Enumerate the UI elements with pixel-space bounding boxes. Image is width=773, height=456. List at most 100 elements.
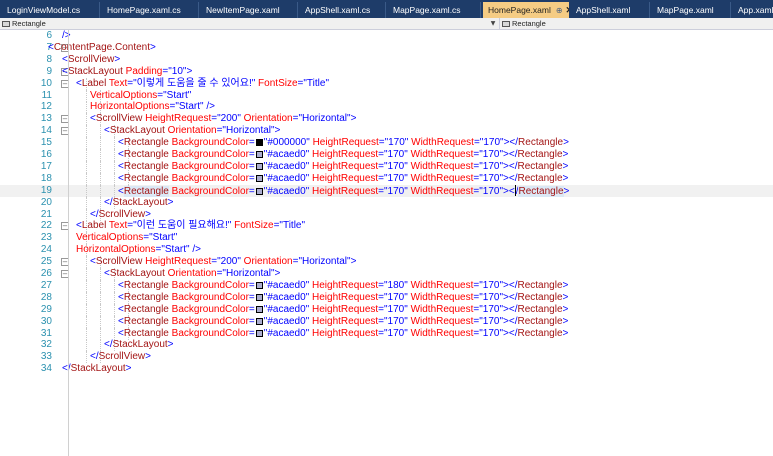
code-line[interactable]: 11 VerticalOptions="Start" [0, 89, 773, 102]
code-line[interactable]: 23 VerticalOptions="Start" [0, 232, 773, 245]
tab-appshell-xaml-cs[interactable]: AppShell.xaml.cs [300, 2, 386, 18]
code-text: VerticalOptions="Start" [90, 90, 191, 102]
code-token: HeightRequest [309, 137, 379, 149]
tab-app-xaml[interactable]: App.xaml [733, 2, 773, 18]
code-token: ="200" [211, 256, 241, 268]
indent-guide [100, 279, 101, 292]
tab-label: AppShell.xaml.cs [305, 5, 371, 15]
code-line[interactable]: 14− <StackLayout Orientation="Horizontal"… [0, 125, 773, 138]
code-token: "#acaed0" [263, 291, 310, 303]
code-line[interactable]: 22− <Label Text="이런 도움이 필요해요!" FontSize="… [0, 220, 773, 233]
code-line[interactable]: 13− <ScrollView HeightRequest="200" Orien… [0, 113, 773, 126]
indent-guide [86, 149, 87, 161]
line-number: 7 [46, 41, 52, 53]
line-number: 24 [40, 244, 52, 256]
indent-guide [114, 160, 115, 173]
line-number: 28 [40, 291, 52, 303]
member-combo[interactable]: Rectangle [499, 18, 773, 30]
code-token: > [145, 351, 151, 363]
line-number: 27 [40, 279, 52, 291]
code-editor[interactable]: 6/> 7− <ContentPage.Content> 8 <ScrollView> 9… [0, 30, 773, 456]
code-token: ="Horizontal"> [216, 268, 281, 279]
code-token: Rectangle [517, 315, 563, 327]
close-tab-icon[interactable]: ✕ [566, 5, 569, 15]
code-token: Rectangle [123, 327, 169, 339]
code-line[interactable]: 34 </StackLayout> [0, 363, 773, 375]
code-token: > [125, 363, 132, 375]
code-line[interactable]: 18 <Rectangle BackgroundColor= "#acaed0" H… [0, 172, 773, 185]
code-token: Rectangle [517, 279, 563, 291]
indent-guide [86, 256, 87, 269]
code-token: > [563, 137, 569, 149]
code-token: WidthRequest [407, 327, 474, 339]
code-token: WidthRequest [407, 185, 474, 197]
code-token: HeightRequest [309, 160, 379, 172]
code-line[interactable]: 16 <Rectangle BackgroundColor= "#acaed0" H… [0, 149, 773, 161]
code-line[interactable]: 25− <ScrollView HeightRequest="200" Orien… [0, 256, 773, 269]
tab-newitempage-xaml[interactable]: NewItemPage.xaml [201, 2, 298, 18]
indent-guide [100, 184, 101, 197]
code-line[interactable]: 24 HorizontalOptions="Start" /> [0, 244, 773, 257]
code-token: = [248, 303, 255, 315]
code-token: FontSize [255, 77, 298, 89]
code-line[interactable]: 7− <ContentPage.Content> [0, 42, 773, 54]
type-combo[interactable]: Rectangle [2, 18, 497, 30]
code-token: "#acaed0" [263, 303, 310, 315]
code-token: StackLayout [112, 196, 168, 208]
code-line[interactable]: 20 </StackLayout> [0, 196, 773, 209]
code-token: Rectangle [123, 185, 169, 197]
code-text: <Rectangle BackgroundColor= "#acaed0" Hei… [118, 292, 568, 304]
line-number: 13 [40, 113, 52, 125]
code-line[interactable]: 15 <Rectangle BackgroundColor= "#000000" H… [0, 137, 773, 150]
code-token: "#acaed0" [263, 185, 310, 197]
code-line[interactable]: 33 </ScrollView> [0, 351, 773, 364]
code-token: BackgroundColor [168, 185, 249, 197]
code-token: Rectangle [123, 279, 169, 291]
code-line[interactable]: 31 <Rectangle BackgroundColor= "#acaed0" H… [0, 327, 773, 340]
code-line[interactable]: 28 <Rectangle BackgroundColor= "#acaed0" H… [0, 291, 773, 304]
code-text: HorizontalOptions="Start" /> [90, 101, 215, 113]
indent-guide [86, 268, 87, 280]
tab-mappage-xaml[interactable]: MapPage.xaml [652, 2, 731, 18]
code-token: StackLayout [67, 65, 123, 77]
code-line[interactable]: 10− <Label Text="이렇게 도움을 줄 수 있어요!" FontSi… [0, 77, 773, 90]
line-number: 25 [40, 256, 52, 268]
indent-guide [86, 315, 87, 328]
code-line[interactable]: 21 </ScrollView> [0, 208, 773, 221]
code-line[interactable]: 30 <Rectangle BackgroundColor= "#acaed0" H… [0, 315, 773, 328]
color-swatch-icon [255, 151, 263, 158]
code-line[interactable]: 19 <Rectangle BackgroundColor= "#acaed0" H… [0, 184, 773, 197]
code-token: BackgroundColor [168, 291, 249, 303]
tab-mappage-xaml-cs[interactable]: MapPage.xaml.cs [388, 2, 481, 18]
code-token: "#acaed0" [263, 315, 310, 327]
code-token: > [150, 41, 156, 53]
code-token: ScrollView [95, 256, 143, 268]
code-line[interactable]: 17 <Rectangle BackgroundColor= "#acaed0" H… [0, 160, 773, 173]
tab-appshell-xaml[interactable]: AppShell.xaml [571, 2, 650, 18]
code-text: <Rectangle BackgroundColor= "#acaed0" Hei… [118, 328, 568, 340]
code-line[interactable]: 29 <Rectangle BackgroundColor= "#acaed0" H… [0, 303, 773, 316]
code-token: ="Start" [157, 89, 192, 101]
tab-homepage-xaml-cs[interactable]: HomePage.xaml.cs [102, 2, 199, 18]
line-number: 23 [40, 232, 52, 244]
code-token: WidthRequest [407, 315, 474, 327]
code-token: BackgroundColor [168, 172, 249, 184]
code-line[interactable]: 9− <StackLayout Padding="10"> [0, 66, 773, 78]
code-token: > [562, 160, 569, 172]
indent-guide [86, 339, 87, 352]
code-line[interactable]: 32 </StackLayout> [0, 339, 773, 352]
tab-homepage-xaml[interactable]: HomePage.xaml ⊕✕ [483, 2, 569, 18]
tab-loginviewmodel-cs[interactable]: LoginViewModel.cs [2, 2, 100, 18]
code-token: > [562, 291, 569, 303]
code-line[interactable]: 12 HorizontalOptions="Start" /> [0, 101, 773, 114]
code-token: = [248, 137, 255, 149]
code-line[interactable]: 27 <Rectangle BackgroundColor= "#acaed0" H… [0, 279, 773, 292]
code-text: HorizontalOptions="Start" /> [76, 244, 201, 256]
type-combo-dropdown-icon[interactable]: ▼ [488, 18, 498, 30]
code-line[interactable]: 8 <ScrollView> [0, 54, 773, 66]
code-line[interactable]: 26− <StackLayout Orientation="Horizontal"… [0, 268, 773, 280]
indent-guide [86, 89, 87, 102]
color-swatch-icon [255, 139, 263, 147]
pin-tab-icon[interactable]: ⊕ [556, 6, 563, 15]
code-line[interactable]: 6 /> [0, 30, 773, 42]
